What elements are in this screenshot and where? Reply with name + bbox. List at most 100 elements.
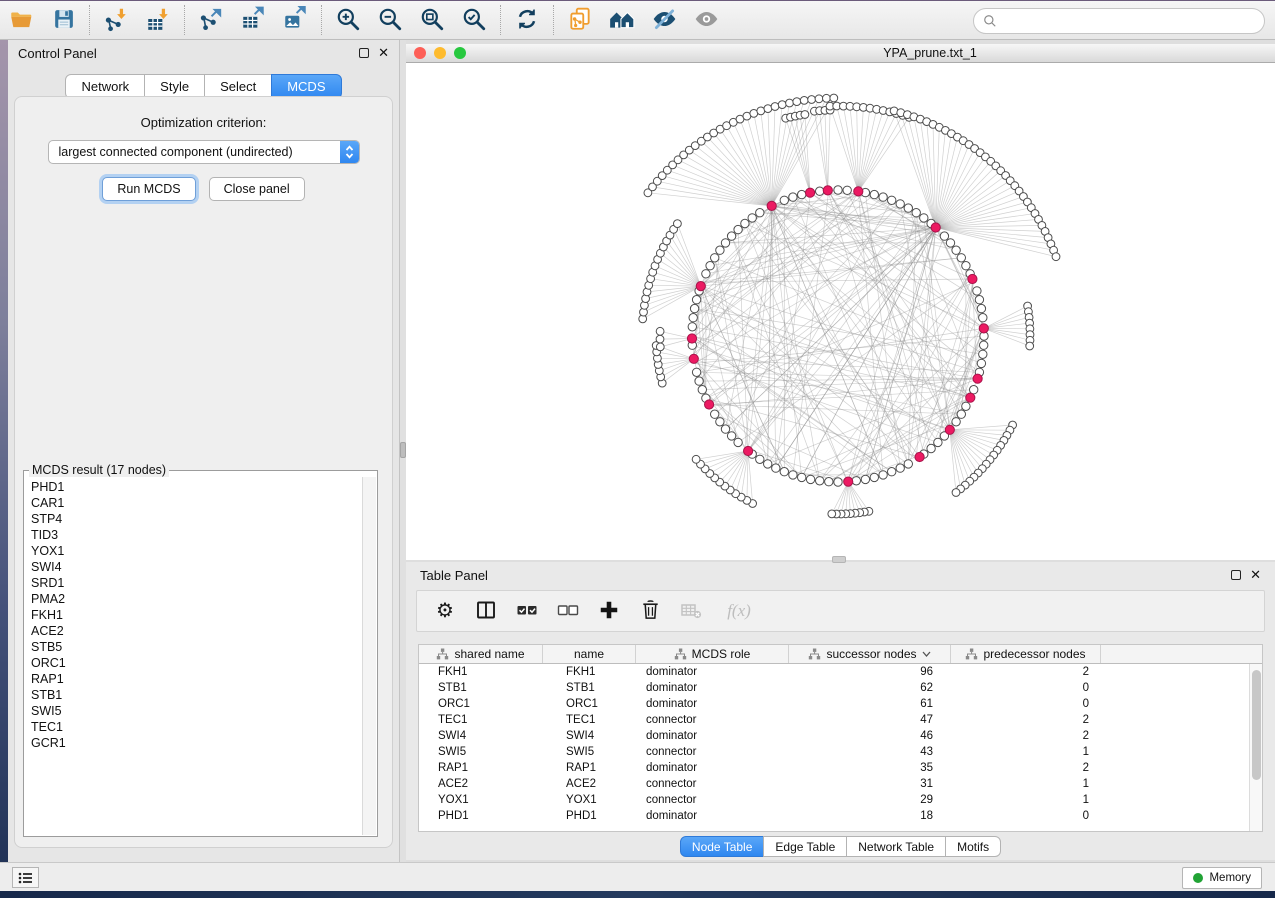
column-header-mcds-role[interactable]: MCDS role <box>636 645 789 663</box>
mcds-result-item[interactable]: STB5 <box>31 639 362 655</box>
network-canvas[interactable] <box>406 63 1275 560</box>
mcds-result-item[interactable]: TEC1 <box>31 719 362 735</box>
control-panel-titlebar: Control Panel ✕ <box>8 40 399 66</box>
mcds-result-item[interactable]: ACE2 <box>31 623 362 639</box>
mcds-tab-content: Optimization criterion: largest connecte… <box>14 96 393 848</box>
column-layout-button[interactable] <box>472 597 500 625</box>
table-row[interactable]: STB1 STB1 dominator 62 0 <box>419 680 1249 696</box>
task-history-button[interactable] <box>12 867 39 888</box>
mcds-result-item[interactable]: YOX1 <box>31 543 362 559</box>
table-row[interactable]: SWI4 SWI4 dominator 46 2 <box>419 728 1249 744</box>
tab-motifs[interactable]: Motifs <box>945 836 1001 857</box>
mcds-result-item[interactable]: TID3 <box>31 527 362 543</box>
import-table-button[interactable] <box>140 4 176 36</box>
mcds-result-item[interactable]: CAR1 <box>31 495 362 511</box>
search-input[interactable] <box>997 11 1264 31</box>
mcds-result-item[interactable]: STB1 <box>31 687 362 703</box>
zoom-selected-button[interactable] <box>456 4 492 36</box>
export-network-button[interactable] <box>193 4 229 36</box>
function-builder-button[interactable]: f(x) <box>718 597 760 625</box>
toolbar-separator <box>89 5 90 35</box>
column-header-predecessor-nodes[interactable]: predecessor nodes <box>951 645 1101 663</box>
export-image-button[interactable] <box>277 4 313 36</box>
hide-selected-button[interactable] <box>646 4 682 36</box>
mcds-list-scrollbar[interactable] <box>362 477 376 835</box>
column-header-successor-nodes[interactable]: successor nodes <box>789 645 951 663</box>
table-row[interactable]: FKH1 FKH1 dominator 96 2 <box>419 664 1249 680</box>
close-panel-icon[interactable]: ✕ <box>378 48 389 58</box>
dropdown-stepper-icon <box>340 141 359 163</box>
home-layout-button[interactable] <box>604 4 640 36</box>
column-header-name[interactable]: name <box>543 645 636 663</box>
show-all-button[interactable] <box>688 4 724 36</box>
mcds-result-item[interactable]: SWI4 <box>31 559 362 575</box>
float-panel-icon[interactable] <box>1231 570 1241 580</box>
delete-table-button[interactable] <box>677 597 705 625</box>
zoom-in-button[interactable] <box>330 4 366 36</box>
mcds-result-item[interactable]: SRD1 <box>31 575 362 591</box>
optimization-criterion-label: Optimization criterion: <box>15 115 392 130</box>
criterion-dropdown[interactable]: largest connected component (undirected) <box>48 140 360 164</box>
horizontal-splitter-handle[interactable] <box>832 556 846 563</box>
mcds-result-item[interactable]: SWI5 <box>31 703 362 719</box>
criterion-dropdown-value: largest connected component (undirected) <box>49 145 340 159</box>
control-panel: Control Panel ✕ Network Style Select MCD… <box>8 40 400 862</box>
select-all-button[interactable] <box>513 597 541 625</box>
close-panel-button[interactable]: Close panel <box>209 177 305 201</box>
search-field[interactable] <box>973 8 1265 34</box>
window-minimize-icon[interactable] <box>434 47 446 59</box>
network-window-titlebar[interactable]: YPA_prune.txt_1 <box>406 44 1275 63</box>
duplicate-network-button[interactable] <box>562 4 598 36</box>
toolbar-separator <box>500 5 501 35</box>
table-row[interactable]: ORC1 ORC1 dominator 61 0 <box>419 696 1249 712</box>
gear-icon: ⚙ <box>436 601 454 621</box>
table-scrollbar-thumb[interactable] <box>1252 670 1261 780</box>
window-maximize-icon[interactable] <box>454 47 466 59</box>
network-view[interactable] <box>406 63 1275 560</box>
table-scrollbar[interactable] <box>1249 664 1262 831</box>
tab-edge-table[interactable]: Edge Table <box>763 836 847 857</box>
mcds-result-title: MCDS result (17 nodes) <box>29 463 169 477</box>
import-network-button[interactable] <box>98 4 134 36</box>
add-column-button[interactable] <box>595 597 623 625</box>
refresh-layout-button[interactable] <box>509 4 545 36</box>
desktop-wallpaper-bottom <box>0 891 1275 898</box>
tab-node-table[interactable]: Node Table <box>680 836 765 857</box>
table-row[interactable]: ACE2 ACE2 connector 31 1 <box>419 776 1249 792</box>
zoom-out-button[interactable] <box>372 4 408 36</box>
mcds-result-item[interactable]: FKH1 <box>31 607 362 623</box>
table-row[interactable]: SWI5 SWI5 connector 43 1 <box>419 744 1249 760</box>
tab-network-table[interactable]: Network Table <box>846 836 946 857</box>
mcds-result-item[interactable]: RAP1 <box>31 671 362 687</box>
deselect-all-button[interactable] <box>554 597 582 625</box>
export-network-icon <box>198 6 224 35</box>
window-close-icon[interactable] <box>414 47 426 59</box>
open-file-button[interactable] <box>3 4 39 36</box>
save-icon <box>51 6 76 34</box>
shared-column-icon <box>674 648 687 660</box>
table-row[interactable]: PHD1 PHD1 dominator 18 0 <box>419 808 1249 824</box>
table-row[interactable]: TEC1 TEC1 connector 47 2 <box>419 712 1249 728</box>
table-row[interactable]: YOX1 YOX1 connector 29 1 <box>419 792 1249 808</box>
column-header-filler <box>1101 645 1262 663</box>
run-mcds-button[interactable]: Run MCDS <box>102 177 195 201</box>
export-table-button[interactable] <box>235 4 271 36</box>
desktop-wallpaper-left <box>0 40 8 891</box>
column-header-shared-name[interactable]: shared name <box>419 645 543 663</box>
float-panel-icon[interactable] <box>359 48 369 58</box>
zoom-fit-button[interactable] <box>414 4 450 36</box>
save-session-button[interactable] <box>45 4 81 36</box>
zoom-selected-icon <box>461 6 487 35</box>
mcds-result-item[interactable]: STP4 <box>31 511 362 527</box>
mcds-result-list: PHD1CAR1STP4TID3YOX1SWI4SRD1PMA2FKH1ACE2… <box>25 477 362 835</box>
mcds-result-item[interactable]: GCR1 <box>31 735 362 751</box>
mcds-result-item[interactable]: ORC1 <box>31 655 362 671</box>
table-row[interactable]: RAP1 RAP1 dominator 35 2 <box>419 760 1249 776</box>
close-panel-icon[interactable]: ✕ <box>1250 570 1261 580</box>
mcds-result-item[interactable]: PMA2 <box>31 591 362 607</box>
mcds-result-item[interactable]: PHD1 <box>31 479 362 495</box>
delete-column-button[interactable] <box>636 597 664 625</box>
memory-button[interactable]: Memory <box>1182 867 1262 889</box>
table-settings-button[interactable]: ⚙ <box>431 597 459 625</box>
import-table-icon <box>145 6 171 35</box>
